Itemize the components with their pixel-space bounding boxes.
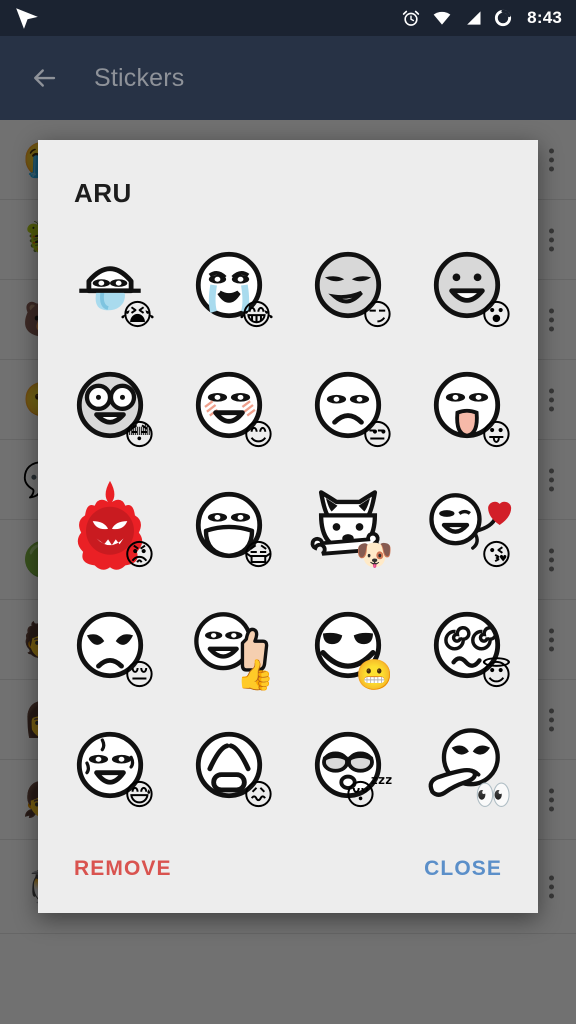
sticker-emoji-badge: 😅 — [123, 778, 155, 813]
app-toolbar: Stickers — [0, 36, 576, 120]
sticker-pack-dialog: ARU 😭 😂 😏 😮 😳 😊 😒 😛 😡 😷 🐶 😘 😔 👍 😬 😇 😅 😖 … — [38, 140, 538, 913]
sticker-cell[interactable]: 😷 — [169, 465, 288, 585]
sticker-cell[interactable]: 😏 — [288, 225, 407, 345]
sticker-cell[interactable]: 😭 — [50, 225, 169, 345]
sticker-emoji-badge: 😖 — [242, 778, 274, 813]
dialog-actions: REMOVE CLOSE — [38, 825, 538, 913]
sticker-cell[interactable]: 😮 — [407, 225, 526, 345]
back-arrow-icon[interactable] — [16, 63, 72, 93]
sticker-emoji-badge: 😇 — [480, 658, 512, 693]
sticker-cell[interactable]: 😡 — [50, 465, 169, 585]
sticker-emoji-badge: 😘 — [480, 538, 512, 573]
screen-root: 😭 ARU 🐛 🐻 😶 💬 🟢 — [0, 0, 576, 1024]
sticker-cell[interactable]: 👍 — [169, 585, 288, 705]
sticker-cell[interactable]: 😒 — [288, 345, 407, 465]
sticker-cell[interactable]: 😳 — [50, 345, 169, 465]
status-bar: 8:43 — [0, 0, 576, 36]
sticker-emoji-badge: 😬 — [355, 658, 393, 693]
sticker-cell[interactable]: 😂 — [169, 225, 288, 345]
clock-time: 8:43 — [527, 8, 562, 27]
sticker-emoji-badge: 👀 — [474, 778, 512, 813]
sticker-emoji-badge: 🐶 — [355, 538, 393, 573]
sticker-emoji-badge: 😔 — [123, 658, 155, 693]
sticker-cell[interactable]: 😅 — [50, 705, 169, 825]
sticker-emoji-badge: 😡 — [123, 538, 155, 573]
sticker-emoji-badge: 😛 — [480, 418, 512, 453]
sticker-emoji-badge: 😒 — [361, 418, 393, 453]
sticker-emoji-badge: 😂 — [238, 298, 274, 333]
close-button[interactable]: CLOSE — [424, 857, 502, 881]
wifi-icon — [431, 8, 453, 28]
sticker-cell[interactable]: 😘 — [407, 465, 526, 585]
sticker-cell[interactable]: 😇 — [407, 585, 526, 705]
signal-icon — [463, 8, 483, 28]
sticker-cell[interactable]: 😬 — [288, 585, 407, 705]
sticker-cell[interactable]: 😴 — [288, 705, 407, 825]
sticker-emoji-badge: 😮 — [480, 298, 512, 333]
page-title: Stickers — [94, 63, 185, 92]
sticker-emoji-badge: 😳 — [123, 418, 155, 453]
sticker-cell[interactable]: 😔 — [50, 585, 169, 705]
dialog-title: ARU — [74, 178, 132, 208]
sticker-cell[interactable]: 🐶 — [288, 465, 407, 585]
sticker-emoji-badge: 😭 — [119, 298, 155, 333]
sticker-cell[interactable]: 👀 — [407, 705, 526, 825]
alarm-icon — [401, 8, 421, 28]
send-icon — [14, 5, 40, 31]
remove-button[interactable]: REMOVE — [74, 857, 172, 881]
sticker-cell[interactable]: 😖 — [169, 705, 288, 825]
battery-icon — [493, 8, 513, 28]
sticker-emoji-badge: 😏 — [361, 298, 393, 333]
sticker-cell[interactable]: 😊 — [169, 345, 288, 465]
sticker-emoji-badge: 😊 — [242, 418, 274, 453]
sticker-emoji-badge: 😷 — [242, 538, 274, 573]
sticker-emoji-badge: 👍 — [236, 658, 274, 693]
sticker-cell[interactable]: 😛 — [407, 345, 526, 465]
sticker-emoji-badge: 😴 — [344, 778, 393, 813]
sticker-grid: 😭 😂 😏 😮 😳 😊 😒 😛 😡 😷 🐶 😘 😔 👍 😬 😇 😅 😖 😴 👀 — [38, 209, 538, 825]
